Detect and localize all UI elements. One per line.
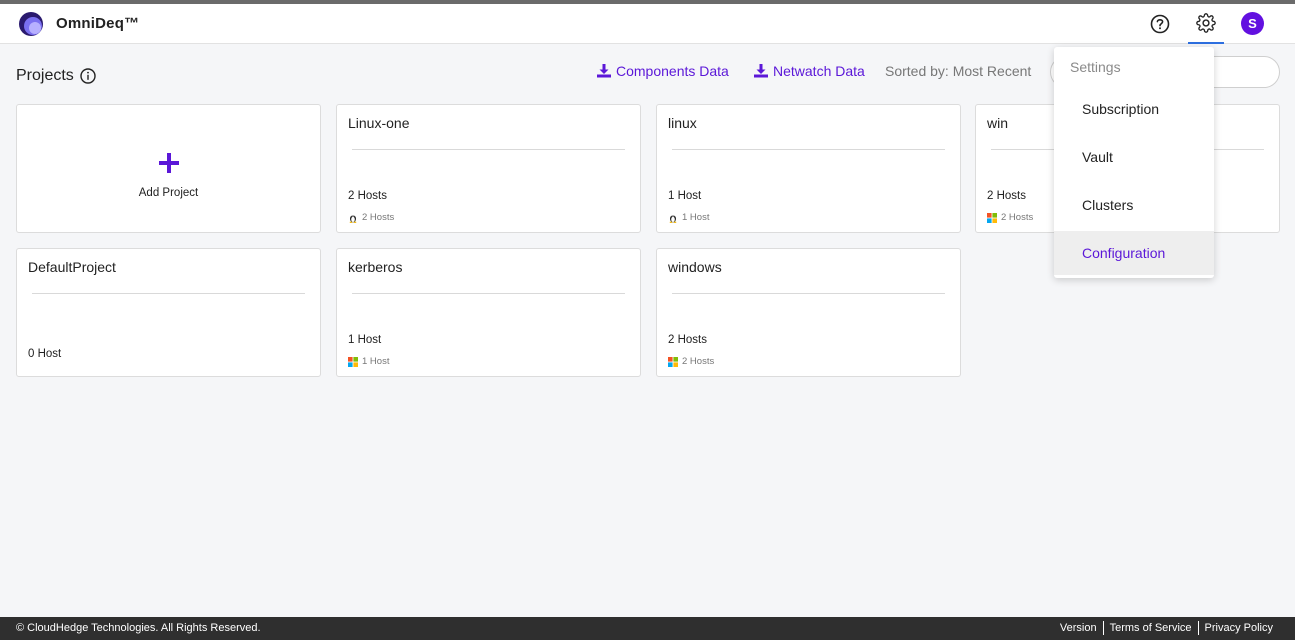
project-host-count: 2 Hosts	[987, 190, 1026, 202]
card-divider	[32, 293, 305, 294]
project-os-host-count: 1 Host	[682, 212, 710, 223]
project-host-count: 0 Host	[28, 348, 62, 360]
components-data-label: Components Data	[616, 63, 729, 79]
settings-menu-title: Settings	[1070, 59, 1121, 75]
windows-logo-icon	[348, 356, 358, 367]
windows-logo-icon	[987, 212, 997, 223]
project-name: linux	[668, 115, 697, 131]
download-icon	[754, 64, 768, 78]
project-host-count: 1 Host	[668, 190, 702, 202]
card-divider	[672, 293, 945, 294]
footer-link-privacy[interactable]: Privacy Policy	[1197, 621, 1279, 635]
project-name: win	[987, 115, 1009, 131]
project-name: Linux-one	[348, 115, 410, 131]
project-os-summary: 2 Hosts	[348, 212, 394, 223]
netwatch-data-download-link[interactable]: Netwatch Data	[754, 63, 865, 79]
project-os-host-count: 2 Hosts	[682, 356, 715, 367]
footer-links: Version Terms of Service Privacy Policy	[1054, 621, 1279, 635]
project-name: windows	[668, 259, 722, 275]
menu-item-subscription[interactable]: Subscription	[1054, 87, 1214, 131]
project-os-summary: 2 Hosts	[668, 356, 714, 367]
footer-link-terms[interactable]: Terms of Service	[1102, 621, 1198, 635]
project-card-kerberos[interactable]: kerberos 1 Host 1 Host	[336, 248, 641, 377]
plus-icon	[159, 153, 179, 173]
footer-link-version[interactable]: Version	[1054, 621, 1103, 635]
components-data-download-link[interactable]: Components Data	[597, 63, 729, 79]
settings-button[interactable]	[1188, 4, 1224, 44]
linux-tux-icon	[349, 214, 357, 223]
project-host-count: 2 Hosts	[348, 190, 387, 202]
project-host-count: 1 Host	[348, 334, 382, 346]
project-card-linux-one[interactable]: Linux-one 2 Hosts 2 Hosts	[336, 104, 641, 233]
linux-tux-icon	[669, 214, 677, 223]
project-card-windows[interactable]: windows 2 Hosts 2 Hosts	[656, 248, 961, 377]
add-project-label: Add Project	[138, 187, 199, 199]
menu-item-configuration[interactable]: Configuration	[1054, 231, 1214, 275]
sort-selector[interactable]: Sorted by: Most Recent	[885, 63, 1031, 79]
page-title-text: Projects	[16, 67, 74, 84]
menu-item-vault[interactable]: Vault	[1054, 135, 1214, 179]
info-circle-icon[interactable]	[80, 68, 96, 84]
gear-icon	[1196, 13, 1216, 33]
omnideq-logo-icon[interactable]	[18, 11, 44, 37]
card-divider	[352, 149, 625, 150]
app-header: OmniDeq™ S	[0, 4, 1295, 44]
project-os-summary: 2 Hosts	[987, 212, 1033, 223]
copyright-text: © CloudHedge Technologies. All Rights Re…	[16, 622, 261, 634]
project-host-count: 2 Hosts	[668, 334, 707, 346]
netwatch-data-label: Netwatch Data	[773, 63, 865, 79]
card-divider	[672, 149, 945, 150]
page-title: Projects	[16, 67, 96, 85]
project-os-summary: 1 Host	[348, 356, 389, 367]
project-card-linux[interactable]: linux 1 Host 1 Host	[656, 104, 961, 233]
page-footer: © CloudHedge Technologies. All Rights Re…	[0, 617, 1295, 640]
windows-logo-icon	[668, 356, 678, 367]
project-os-host-count: 2 Hosts	[1001, 212, 1034, 223]
app-title[interactable]: OmniDeq™	[56, 15, 139, 32]
project-name: DefaultProject	[28, 259, 116, 275]
download-icon	[597, 64, 611, 78]
help-circle-icon	[1150, 14, 1170, 34]
settings-dropdown-menu: Settings Subscription Vault Clusters Con…	[1054, 47, 1214, 278]
help-button[interactable]	[1142, 4, 1178, 44]
project-name: kerberos	[348, 259, 403, 275]
card-divider	[352, 293, 625, 294]
project-os-host-count: 1 Host	[362, 356, 390, 367]
user-avatar[interactable]: S	[1241, 12, 1264, 35]
project-os-host-count: 2 Hosts	[362, 212, 395, 223]
menu-item-clusters[interactable]: Clusters	[1054, 183, 1214, 227]
project-os-summary: 1 Host	[668, 212, 709, 223]
project-card-defaultproject[interactable]: DefaultProject 0 Host	[16, 248, 321, 377]
add-project-card[interactable]: Add Project	[16, 104, 321, 233]
